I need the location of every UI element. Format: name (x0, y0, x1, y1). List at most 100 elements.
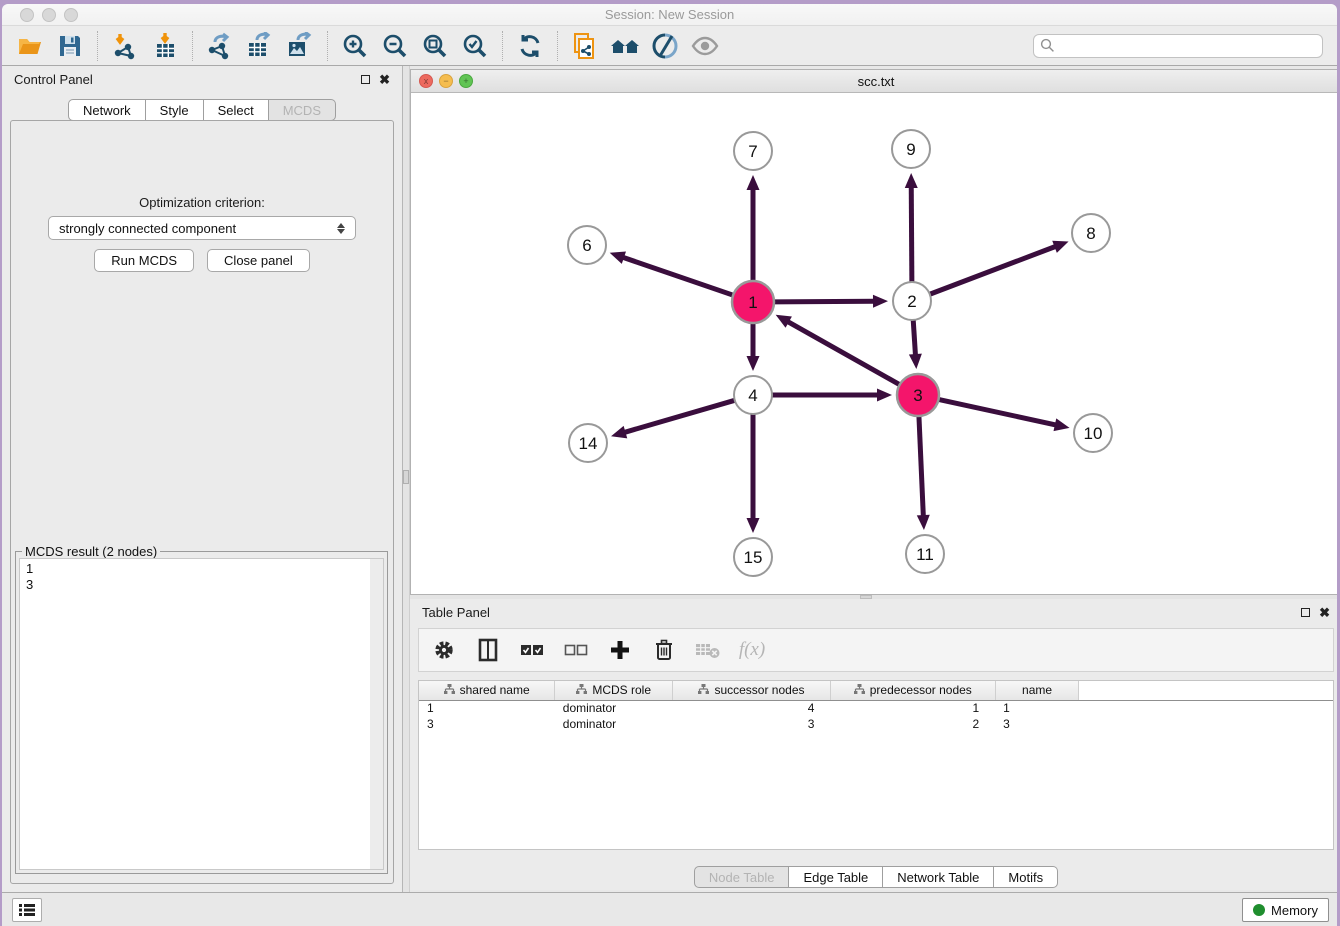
graph-edge-3-1[interactable] (787, 321, 900, 385)
graph-node-8[interactable]: 8 (1072, 214, 1110, 252)
search-input[interactable] (1060, 39, 1316, 53)
show-columns-button[interactable] (473, 634, 503, 666)
graph-node-4[interactable]: 4 (734, 376, 772, 414)
add-column-button[interactable] (605, 634, 635, 666)
table-cell[interactable]: dominator (555, 716, 673, 732)
graph-edge-4-14[interactable] (624, 400, 735, 432)
table-row[interactable]: 3dominator323 (419, 716, 1333, 732)
graph-node-label: 14 (579, 434, 598, 453)
show-all-windows-button[interactable] (605, 29, 645, 63)
graph-edge-1-2[interactable] (774, 301, 875, 302)
tab-network-table[interactable]: Network Table (883, 866, 994, 888)
unselect-all-button[interactable] (561, 634, 591, 666)
graph-edge-2-3[interactable] (913, 320, 915, 356)
optimization-criterion-label: Optimization criterion: (11, 195, 393, 210)
table-row[interactable]: 1dominator411 (419, 700, 1333, 716)
export-table-button[interactable] (240, 29, 280, 63)
column-header-successor-nodes[interactable]: successor nodes (673, 681, 831, 700)
graph-edge-1-6[interactable] (622, 257, 733, 295)
export-network-button[interactable] (200, 29, 240, 63)
table-cell[interactable]: 2 (830, 716, 995, 732)
graph-node-14[interactable]: 14 (569, 424, 607, 462)
zoom-fit-button[interactable] (415, 29, 455, 63)
float-panel-icon[interactable] (361, 75, 370, 84)
zoom-selected-button[interactable] (455, 29, 495, 63)
run-mcds-button[interactable]: Run MCDS (94, 249, 194, 272)
select-all-button[interactable] (517, 634, 547, 666)
hide-windows-button[interactable] (645, 29, 685, 63)
table-panel: Table Panel ✖ (410, 599, 1337, 890)
network-window-titlebar: x − + scc.txt (411, 70, 1337, 93)
tab-motifs[interactable]: Motifs (994, 866, 1058, 888)
import-network-button[interactable] (105, 29, 145, 63)
open-session-button[interactable] (10, 29, 50, 63)
tab-select[interactable]: Select (204, 99, 269, 121)
vertical-splitter[interactable] (402, 66, 410, 892)
close-panel-button[interactable]: Close panel (207, 249, 310, 272)
close-panel-icon[interactable]: ✖ (379, 73, 390, 86)
result-scrollbar[interactable] (370, 559, 383, 869)
import-table-icon (151, 32, 179, 60)
table-cell[interactable]: 1 (830, 700, 995, 716)
graph-node-3[interactable]: 3 (897, 374, 939, 416)
destroy-column-button[interactable] (693, 634, 723, 666)
delete-column-button[interactable] (649, 634, 679, 666)
graph-node-9[interactable]: 9 (892, 130, 930, 168)
float-panel-icon[interactable] (1301, 608, 1310, 617)
tab-edge-table[interactable]: Edge Table (789, 866, 883, 888)
column-header-mcds-role[interactable]: MCDS role (555, 681, 673, 700)
zoom-out-button[interactable] (375, 29, 415, 63)
close-panel-icon[interactable]: ✖ (1319, 606, 1330, 619)
apply-function-button[interactable]: f(x) (737, 634, 767, 666)
table-cell[interactable]: 3 (419, 716, 555, 732)
network-graph[interactable]: 7 9 6 8 1 2 4 3 14 10 15 11 (411, 93, 1337, 594)
graph-edge-arrow (747, 518, 760, 533)
graph-node-15[interactable]: 15 (734, 538, 772, 576)
tab-network[interactable]: Network (68, 99, 146, 121)
table-cell[interactable]: 3 (995, 716, 1079, 732)
graph-edge-arrow (917, 515, 930, 530)
show-task-history-button[interactable] (12, 898, 42, 922)
graph-node-11[interactable]: 11 (906, 535, 944, 573)
table-cell[interactable]: dominator (555, 700, 673, 716)
column-header-shared-name[interactable]: shared name (419, 681, 555, 700)
window-title: Session: New Session (2, 7, 1337, 22)
table-cell[interactable]: 3 (673, 716, 831, 732)
tab-node-table[interactable]: Node Table (694, 866, 790, 888)
table-cell[interactable]: 1 (995, 700, 1079, 716)
graph-node-6[interactable]: 6 (568, 226, 606, 264)
graph-edge-2-9[interactable] (911, 186, 912, 282)
clone-network-button[interactable] (565, 29, 605, 63)
search-field[interactable] (1033, 34, 1323, 58)
table-cell[interactable]: 4 (673, 700, 831, 716)
table-cell[interactable]: 1 (419, 700, 555, 716)
tab-mcds[interactable]: MCDS (269, 99, 336, 121)
graph-node-2[interactable]: 2 (893, 282, 931, 320)
toolbar-separator (97, 31, 98, 61)
save-icon (57, 33, 83, 59)
graph-node-1[interactable]: 1 (732, 281, 774, 323)
select-all-icon (520, 641, 544, 659)
graph-node-10[interactable]: 10 (1074, 414, 1112, 452)
fx-icon: f(x) (739, 639, 765, 661)
zoom-in-button[interactable] (335, 29, 375, 63)
graph-edge-2-8[interactable] (930, 246, 1057, 294)
save-session-button[interactable] (50, 29, 90, 63)
export-image-button[interactable] (280, 29, 320, 63)
refresh-view-button[interactable] (510, 29, 550, 63)
table-options-button[interactable] (429, 634, 459, 666)
graph-node-7[interactable]: 7 (734, 132, 772, 170)
mcds-result-text[interactable]: 1 3 (19, 558, 384, 870)
column-header-predecessor-nodes[interactable]: predecessor nodes (830, 681, 995, 700)
import-table-button[interactable] (145, 29, 185, 63)
column-header-name[interactable]: name (995, 681, 1079, 700)
splitter-grip[interactable] (403, 470, 409, 484)
optimization-criterion-select[interactable]: strongly connected component (48, 216, 356, 240)
tab-style[interactable]: Style (146, 99, 204, 121)
memory-button[interactable]: Memory (1242, 898, 1329, 922)
show-hidden-button[interactable] (685, 29, 725, 63)
graph-edge-3-10[interactable] (939, 399, 1057, 425)
main-window: Session: New Session (2, 4, 1337, 926)
export-image-icon (285, 32, 315, 60)
graph-edge-3-11[interactable] (919, 416, 923, 517)
